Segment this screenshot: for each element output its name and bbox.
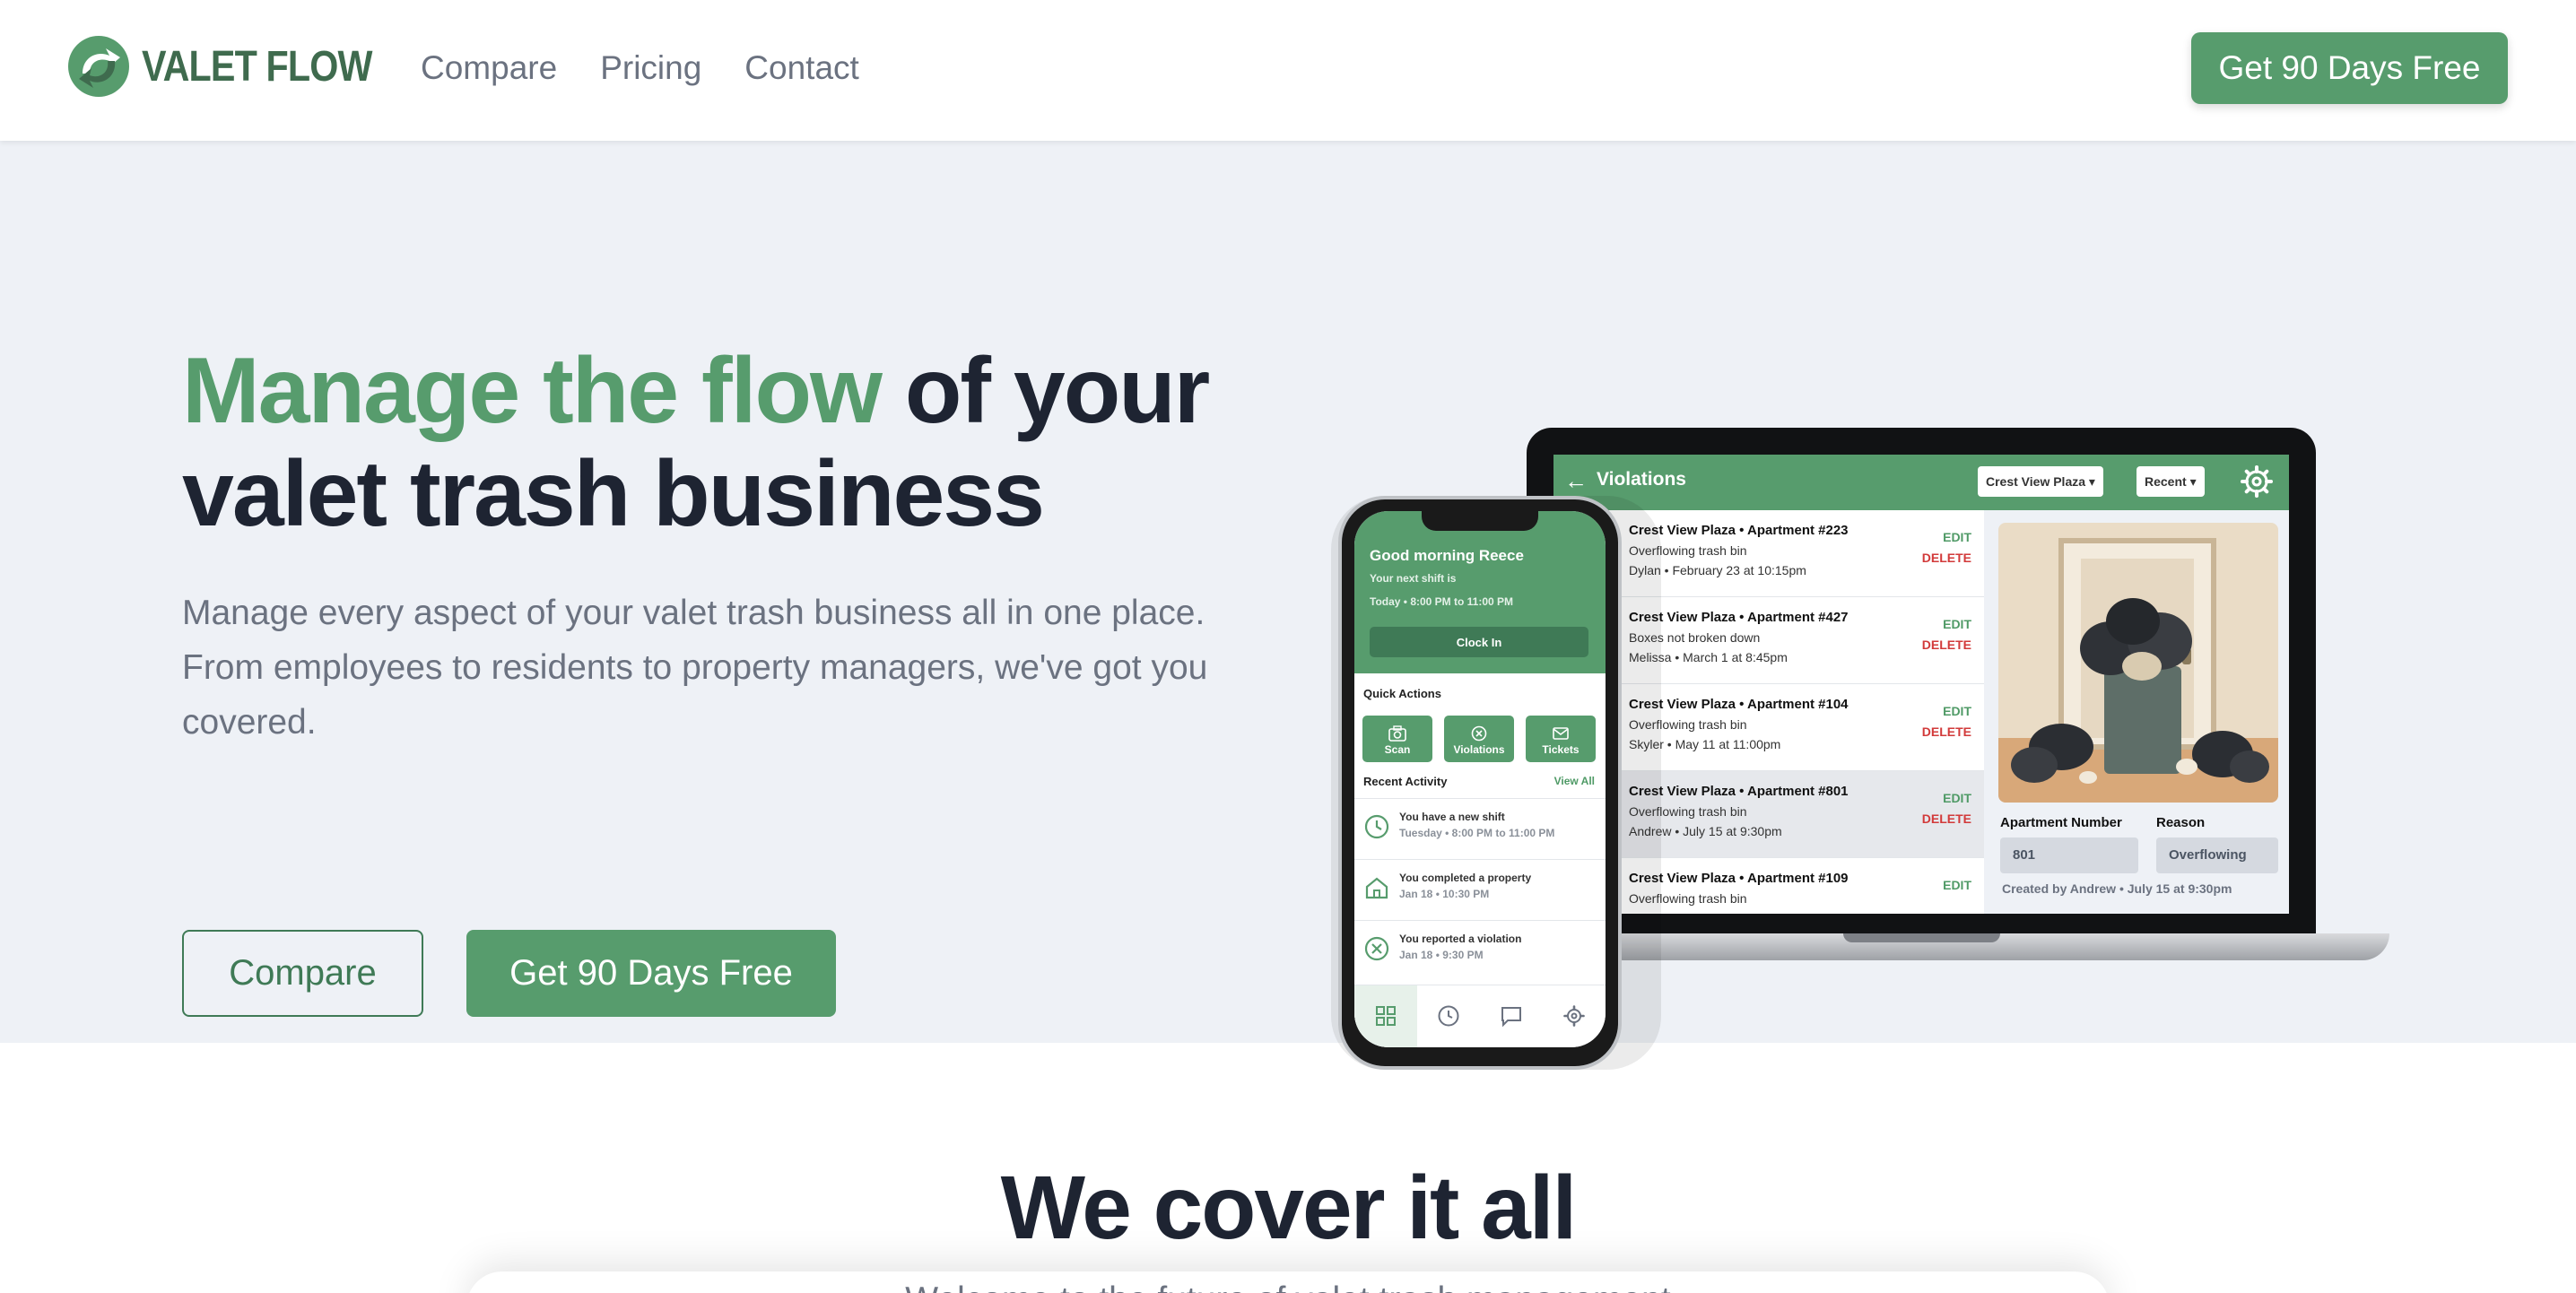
delete-button[interactable]: DELETE (1922, 638, 1971, 652)
activity-item[interactable]: You completed a property Jan 18 • 10:30 … (1354, 859, 1606, 920)
next-shift-label: Your next shift is (1370, 572, 1457, 585)
violation-title: Crest View Plaza • Apartment #223 (1629, 523, 1849, 538)
tab-settings[interactable] (1543, 985, 1606, 1047)
violations-action-button[interactable]: Violations (1444, 716, 1514, 762)
envelope-icon (1553, 727, 1569, 740)
tab-dashboard[interactable] (1354, 985, 1417, 1047)
created-by-text: Created by Andrew • July 15 at 9:30pm (2002, 881, 2232, 896)
gear-icon[interactable] (2239, 464, 2275, 499)
clock-in-button[interactable]: Clock In (1370, 627, 1588, 657)
grid-icon (1376, 1006, 1396, 1026)
hero-free-trial-button[interactable]: Get 90 Days Free (466, 930, 836, 1017)
view-all-link[interactable]: View All (1554, 775, 1595, 787)
phone-screen: Good morning Reece Your next shift is To… (1354, 511, 1606, 1047)
edit-button[interactable]: EDIT (1943, 878, 1971, 892)
quick-actions-heading: Quick Actions (1363, 687, 1441, 700)
nav-free-trial-button[interactable]: Get 90 Days Free (2191, 32, 2508, 104)
x-circle-icon (1364, 936, 1389, 961)
tickets-action-button[interactable]: Tickets (1526, 716, 1596, 762)
hero-subtext: Manage every aspect of your valet trash … (182, 594, 1208, 742)
chat-bubble-icon (1501, 1007, 1521, 1028)
sort-select[interactable]: Recent ▾ (2137, 466, 2205, 497)
violations-title: Violations (1597, 469, 1686, 490)
property-select[interactable]: Crest View Plaza ▾ (1978, 466, 2103, 497)
delete-button[interactable]: DELETE (1922, 811, 1971, 826)
recent-activity-heading: Recent Activity (1363, 775, 1448, 788)
activity-subtitle: Tuesday • 8:00 PM to 11:00 PM (1399, 827, 1555, 839)
edit-button[interactable]: EDIT (1943, 617, 1971, 631)
violation-title: Crest View Plaza • Apartment #801 (1629, 784, 1849, 799)
activity-title: You completed a property (1399, 872, 1532, 884)
section-title: We cover it all (1000, 1158, 1578, 1258)
violation-title: Crest View Plaza • Apartment #109 (1629, 871, 1849, 886)
section-subtitle: Welcome to the future of valet trash man… (0, 1280, 2576, 1293)
edit-button[interactable]: EDIT (1943, 530, 1971, 544)
phone-tab-bar (1354, 985, 1606, 1047)
activity-item[interactable]: You have a new shift Tuesday • 8:00 PM t… (1354, 798, 1606, 859)
back-arrow-icon[interactable]: ← (1564, 467, 1588, 495)
apartment-number-label: Apartment Number (2000, 815, 2122, 830)
hero-compare-button[interactable]: Compare (182, 930, 423, 1017)
activity-title: You reported a violation (1399, 933, 1522, 945)
activity-item[interactable]: You reported a violation Jan 18 • 9:30 P… (1354, 920, 1606, 981)
violations-action-label: Violations (1453, 743, 1505, 756)
clock-icon (1364, 814, 1389, 839)
laptop-screen: ← Violations Crest View Plaza ▾ Recent ▾… (1553, 455, 2289, 914)
recycle-arrow-logo-icon (68, 36, 129, 97)
apartment-number-field[interactable]: 801 (2000, 837, 2138, 873)
overflowing-trash-photo (1998, 523, 2278, 803)
delete-button[interactable]: DELETE (1922, 725, 1971, 739)
nav-link-compare[interactable]: Compare (421, 45, 557, 91)
greeting-text: Good morning Reece (1370, 547, 1524, 564)
x-circle-icon (1471, 725, 1487, 742)
brand-name: VALET FLOW (142, 42, 372, 91)
hero-headline-accent: Manage the flow (182, 339, 883, 443)
delete-button[interactable]: DELETE (1922, 551, 1971, 565)
activity-subtitle: Jan 18 • 10:30 PM (1399, 888, 1490, 900)
greeting-card: Good morning Reece Your next shift is To… (1354, 511, 1606, 673)
activity-subtitle: Jan 18 • 9:30 PM (1399, 949, 1484, 961)
reason-field[interactable]: Overflowing (2156, 837, 2278, 873)
violation-title: Crest View Plaza • Apartment #427 (1629, 610, 1849, 625)
scan-action-label: Scan (1384, 743, 1411, 756)
violation-title: Crest View Plaza • Apartment #104 (1629, 697, 1849, 712)
violation-detail-panel: Apartment Number Reason 801 Overflowing … (1984, 510, 2289, 914)
gear-icon (1563, 1005, 1585, 1027)
tab-messages[interactable] (1480, 985, 1543, 1047)
top-navbar: VALET FLOW Compare Pricing Contact Get 9… (0, 0, 2576, 141)
hero-section: Manage the flow of your valet trash busi… (0, 141, 2576, 1070)
phone-notch (1422, 511, 1538, 531)
tickets-action-label: Tickets (1542, 743, 1580, 756)
laptop-base-notch (1843, 933, 2000, 942)
camera-icon (1388, 725, 1406, 742)
edit-button[interactable]: EDIT (1943, 704, 1971, 718)
brand-logo[interactable]: VALET FLOW (66, 34, 409, 99)
hero-headline: Manage the flow of your valet trash busi… (182, 340, 1312, 546)
nav-link-pricing[interactable]: Pricing (600, 45, 701, 91)
scan-action-button[interactable]: Scan (1362, 716, 1432, 762)
home-icon (1365, 877, 1388, 899)
violations-header: ← Violations Crest View Plaza ▾ Recent ▾ (1553, 455, 2289, 510)
tab-shifts[interactable] (1417, 985, 1480, 1047)
activity-title: You have a new shift (1399, 811, 1505, 823)
nav-links: Compare Pricing Contact (421, 45, 859, 91)
next-shift-time: Today • 8:00 PM to 11:00 PM (1370, 595, 1514, 608)
edit-button[interactable]: EDIT (1943, 791, 1971, 805)
reason-label: Reason (2156, 815, 2206, 830)
clock-icon (1438, 1005, 1459, 1027)
nav-link-contact[interactable]: Contact (744, 45, 859, 91)
